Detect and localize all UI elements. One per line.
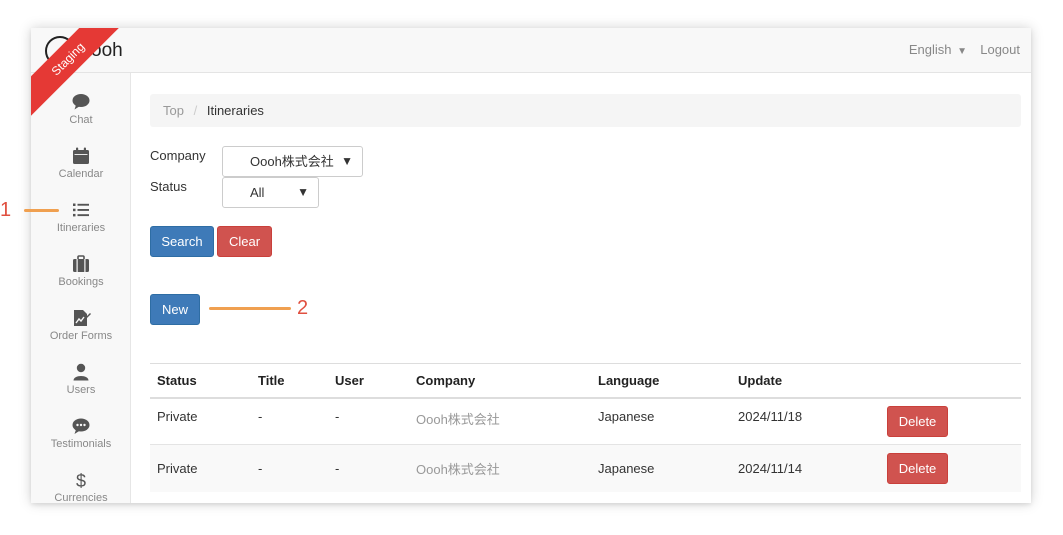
new-button[interactable]: New xyxy=(150,294,200,325)
delete-button[interactable]: Delete xyxy=(887,452,948,484)
table-row[interactable]: Private - - Oooh株式会社 Japanese 2024/11/18… xyxy=(150,397,1021,445)
calendar-icon xyxy=(73,147,89,164)
language-label: English xyxy=(908,42,952,57)
table-row[interactable]: Private - - Oooh株式会社 Japanese 2024/11/14… xyxy=(150,444,1021,492)
caret-down-icon: ▼ xyxy=(341,154,353,168)
breadcrumb-separator: / xyxy=(193,103,198,118)
suitcase-icon xyxy=(73,255,89,272)
cell-action: Delete xyxy=(880,397,1021,445)
list-icon xyxy=(73,203,89,217)
header-title[interactable]: Title xyxy=(251,363,328,399)
sidebar-item-label: Currencies xyxy=(54,492,108,503)
sidebar-item-order-forms[interactable]: Order Forms xyxy=(31,308,131,358)
caret-down-icon: ▼ xyxy=(297,185,309,199)
sidebar-item-currencies[interactable]: $ Currencies xyxy=(31,470,131,503)
company-label: Company xyxy=(150,148,206,163)
sidebar-item-label: Users xyxy=(66,384,96,396)
breadcrumb-current: Itineraries xyxy=(206,103,264,118)
sidebar: Chat Calendar Itineraries Bookings Order… xyxy=(31,73,131,503)
sidebar-item-itineraries[interactable]: Itineraries xyxy=(31,200,131,250)
user-icon xyxy=(73,363,89,381)
top-navbar: ooh Staging English ▼ Logout xyxy=(31,28,1031,122)
header-company[interactable]: Company xyxy=(409,363,591,399)
breadcrumb: Top / Itineraries xyxy=(150,94,1021,127)
status-label: Status xyxy=(150,179,187,194)
cell-title: - xyxy=(251,397,328,445)
breadcrumb-top-link[interactable]: Top xyxy=(163,103,184,118)
sidebar-item-calendar[interactable]: Calendar xyxy=(31,146,131,196)
cell-user: - xyxy=(328,397,409,445)
cell-company: Oooh株式会社 xyxy=(409,444,591,492)
cell-title: - xyxy=(251,444,328,492)
app-window: ooh Staging English ▼ Logout Chat Calend… xyxy=(31,28,1031,503)
header-update[interactable]: Update xyxy=(731,363,880,399)
sidebar-item-label: Itineraries xyxy=(56,222,106,234)
cell-status: Private xyxy=(150,397,251,445)
search-button[interactable]: Search xyxy=(150,226,214,257)
annotation-line-2 xyxy=(209,307,291,310)
cell-user: - xyxy=(328,444,409,492)
header-status[interactable]: Status xyxy=(150,363,251,399)
company-select[interactable]: Oooh株式会社 ▼ xyxy=(222,146,363,177)
svg-text:$: $ xyxy=(76,471,86,490)
sidebar-item-label: Order Forms xyxy=(49,330,113,342)
clear-button[interactable]: Clear xyxy=(217,226,272,257)
language-dropdown[interactable]: English ▼ xyxy=(909,42,967,57)
cell-update: 2024/11/14 xyxy=(731,444,880,492)
status-select-value: All xyxy=(250,185,265,200)
table-header-row: Status Title User Company Language Updat… xyxy=(150,363,1021,399)
sidebar-item-label: Chat xyxy=(69,114,93,126)
dollar-icon: $ xyxy=(76,471,86,490)
itineraries-table: Status Title User Company Language Updat… xyxy=(150,363,1021,492)
cell-status: Private xyxy=(150,444,251,492)
sidebar-item-label: Calendar xyxy=(58,168,104,180)
annotation-number-1: 1 xyxy=(0,199,12,221)
cell-language: Japanese xyxy=(591,444,731,492)
sidebar-item-bookings[interactable]: Bookings xyxy=(31,254,131,304)
status-select[interactable]: All ▼ xyxy=(222,177,319,208)
chat-bubble-icon xyxy=(72,94,90,110)
header-language[interactable]: Language xyxy=(591,363,731,399)
logout-link[interactable]: Logout xyxy=(980,42,1020,57)
delete-button[interactable]: Delete xyxy=(887,405,948,437)
header-user[interactable]: User xyxy=(328,363,409,399)
sidebar-item-users[interactable]: Users xyxy=(31,362,131,412)
order-form-icon xyxy=(74,310,91,326)
header-action xyxy=(880,363,1021,399)
caret-down-icon: ▼ xyxy=(957,46,967,57)
cell-update: 2024/11/18 xyxy=(731,397,880,445)
sidebar-item-testimonials[interactable]: Testimonials xyxy=(31,416,131,466)
sidebar-item-label: Bookings xyxy=(58,276,104,288)
company-select-value: Oooh株式会社 xyxy=(250,154,334,169)
cell-action: Delete xyxy=(880,444,1021,492)
sidebar-item-label: Testimonials xyxy=(50,438,112,450)
cell-company: Oooh株式会社 xyxy=(409,397,591,445)
cell-language: Japanese xyxy=(591,397,731,445)
annotation-line-1 xyxy=(24,209,59,212)
comment-dots-icon xyxy=(72,418,90,434)
annotation-number-2: 2 xyxy=(297,297,309,319)
